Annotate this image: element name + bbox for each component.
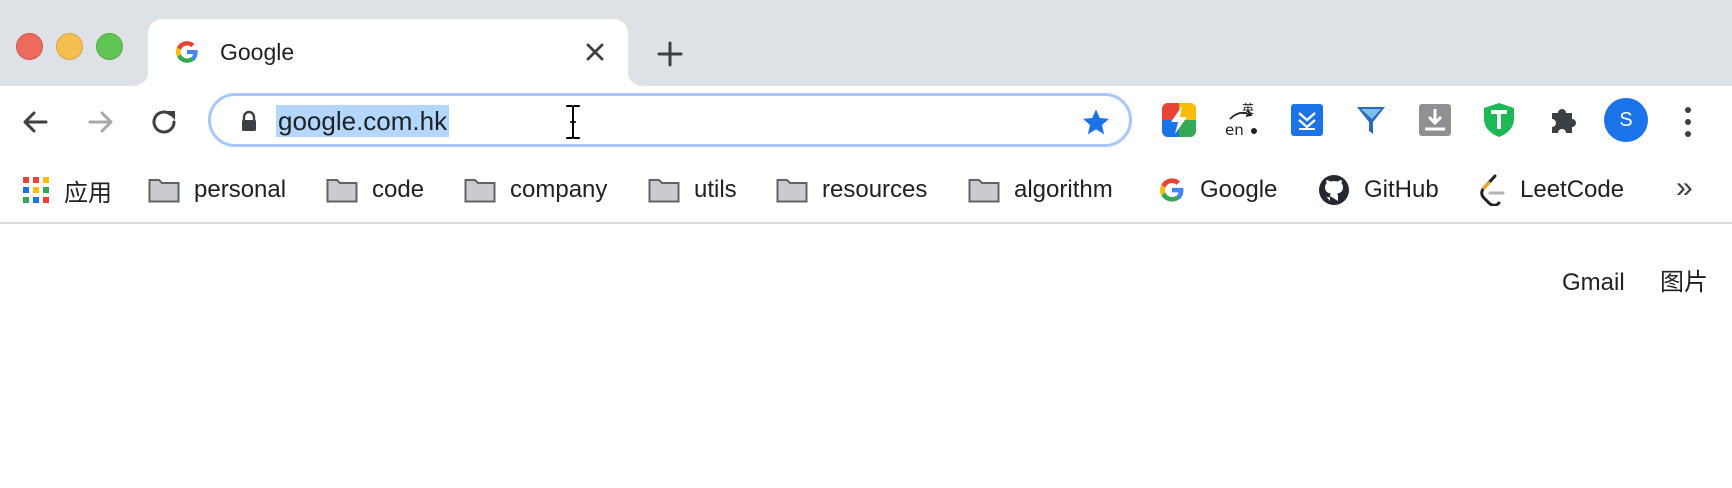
folder-icon [648, 179, 680, 203]
bookmarks-overflow-button[interactable]: » [1676, 168, 1693, 208]
bookmark-folder-personal[interactable]: personal [148, 170, 286, 210]
bookmark-folder-company[interactable]: company [464, 170, 607, 210]
folder-icon [464, 179, 496, 203]
google-g-icon [175, 41, 198, 63]
download-blue-ext-icon[interactable] [1288, 101, 1326, 139]
tab-google[interactable]: Google [148, 19, 628, 86]
download-gray-ext-icon[interactable] [1416, 101, 1454, 139]
gmail-link[interactable]: Gmail [1562, 268, 1625, 298]
arrow-right-icon[interactable] [80, 102, 120, 142]
bookmark-label: algorithm [1014, 176, 1113, 203]
bookmark-label: 应用 [64, 179, 112, 207]
tab-strip: Google [0, 0, 1732, 86]
bookmark-folder-algorithm[interactable]: algorithm [968, 170, 1113, 210]
bookmark-label: utils [694, 176, 737, 203]
bookmark-label: code [372, 176, 425, 203]
address-bar[interactable]: google.com.hk [208, 93, 1132, 147]
reload-icon[interactable] [144, 102, 184, 142]
bookmark-label: GitHub [1364, 176, 1439, 203]
bookmark-label: personal [194, 176, 287, 203]
bookmarks-bar: 应用 personal code company utils resources… [0, 158, 1732, 224]
text-cursor-icon [566, 105, 580, 139]
url-text[interactable]: google.com.hk [276, 105, 450, 137]
funnel-ext-icon[interactable] [1352, 101, 1390, 139]
page-content: Gmail 图片 [0, 224, 1732, 488]
images-link[interactable]: 图片 [1660, 268, 1708, 298]
bookmark-github[interactable]: GitHub [1318, 170, 1439, 210]
bookmark-folder-code[interactable]: code [326, 170, 424, 210]
folder-icon [148, 179, 180, 203]
puzzle-icon[interactable] [1544, 101, 1582, 139]
window-minimize-button[interactable] [56, 33, 83, 60]
bookmark-label: resources [822, 176, 928, 203]
plus-icon[interactable] [652, 36, 688, 72]
bookmark-label: company [510, 176, 608, 203]
folder-icon [326, 179, 358, 203]
tab-title: Google [220, 39, 295, 65]
profile-avatar[interactable]: S [1604, 98, 1648, 142]
translate-en-ext-icon[interactable]: 英 en [1224, 101, 1262, 139]
leetcode-icon [1480, 174, 1505, 206]
bookmark-leetcode[interactable]: LeetCode [1478, 170, 1624, 210]
google-g-icon [1160, 178, 1184, 202]
bookmark-folder-utils[interactable]: utils [648, 170, 737, 210]
bookmark-google[interactable]: Google [1158, 170, 1277, 210]
window-zoom-button[interactable] [96, 33, 123, 60]
toolbar: google.com.hk 英 en S [0, 86, 1732, 158]
arrow-left-icon[interactable] [16, 102, 56, 142]
flash-colorful-ext-icon[interactable] [1160, 101, 1198, 139]
apps-grid-icon [23, 177, 49, 203]
star-icon[interactable] [1081, 107, 1111, 137]
bookmark-label: LeetCode [1520, 176, 1625, 203]
github-icon [1319, 175, 1349, 205]
bookmark-label: Google [1200, 176, 1278, 203]
bookmark-apps[interactable]: 应用 [22, 170, 112, 210]
folder-icon [776, 179, 808, 203]
svg-text:en: en [1225, 121, 1244, 139]
lock-icon[interactable] [237, 109, 261, 133]
kebab-menu-icon[interactable] [1676, 102, 1700, 142]
bookmark-folder-resources[interactable]: resources [776, 170, 927, 210]
close-icon[interactable] [580, 37, 610, 67]
folder-icon [968, 179, 1000, 203]
window-close-button[interactable] [16, 33, 43, 60]
shield-t-ext-icon[interactable] [1480, 101, 1518, 139]
